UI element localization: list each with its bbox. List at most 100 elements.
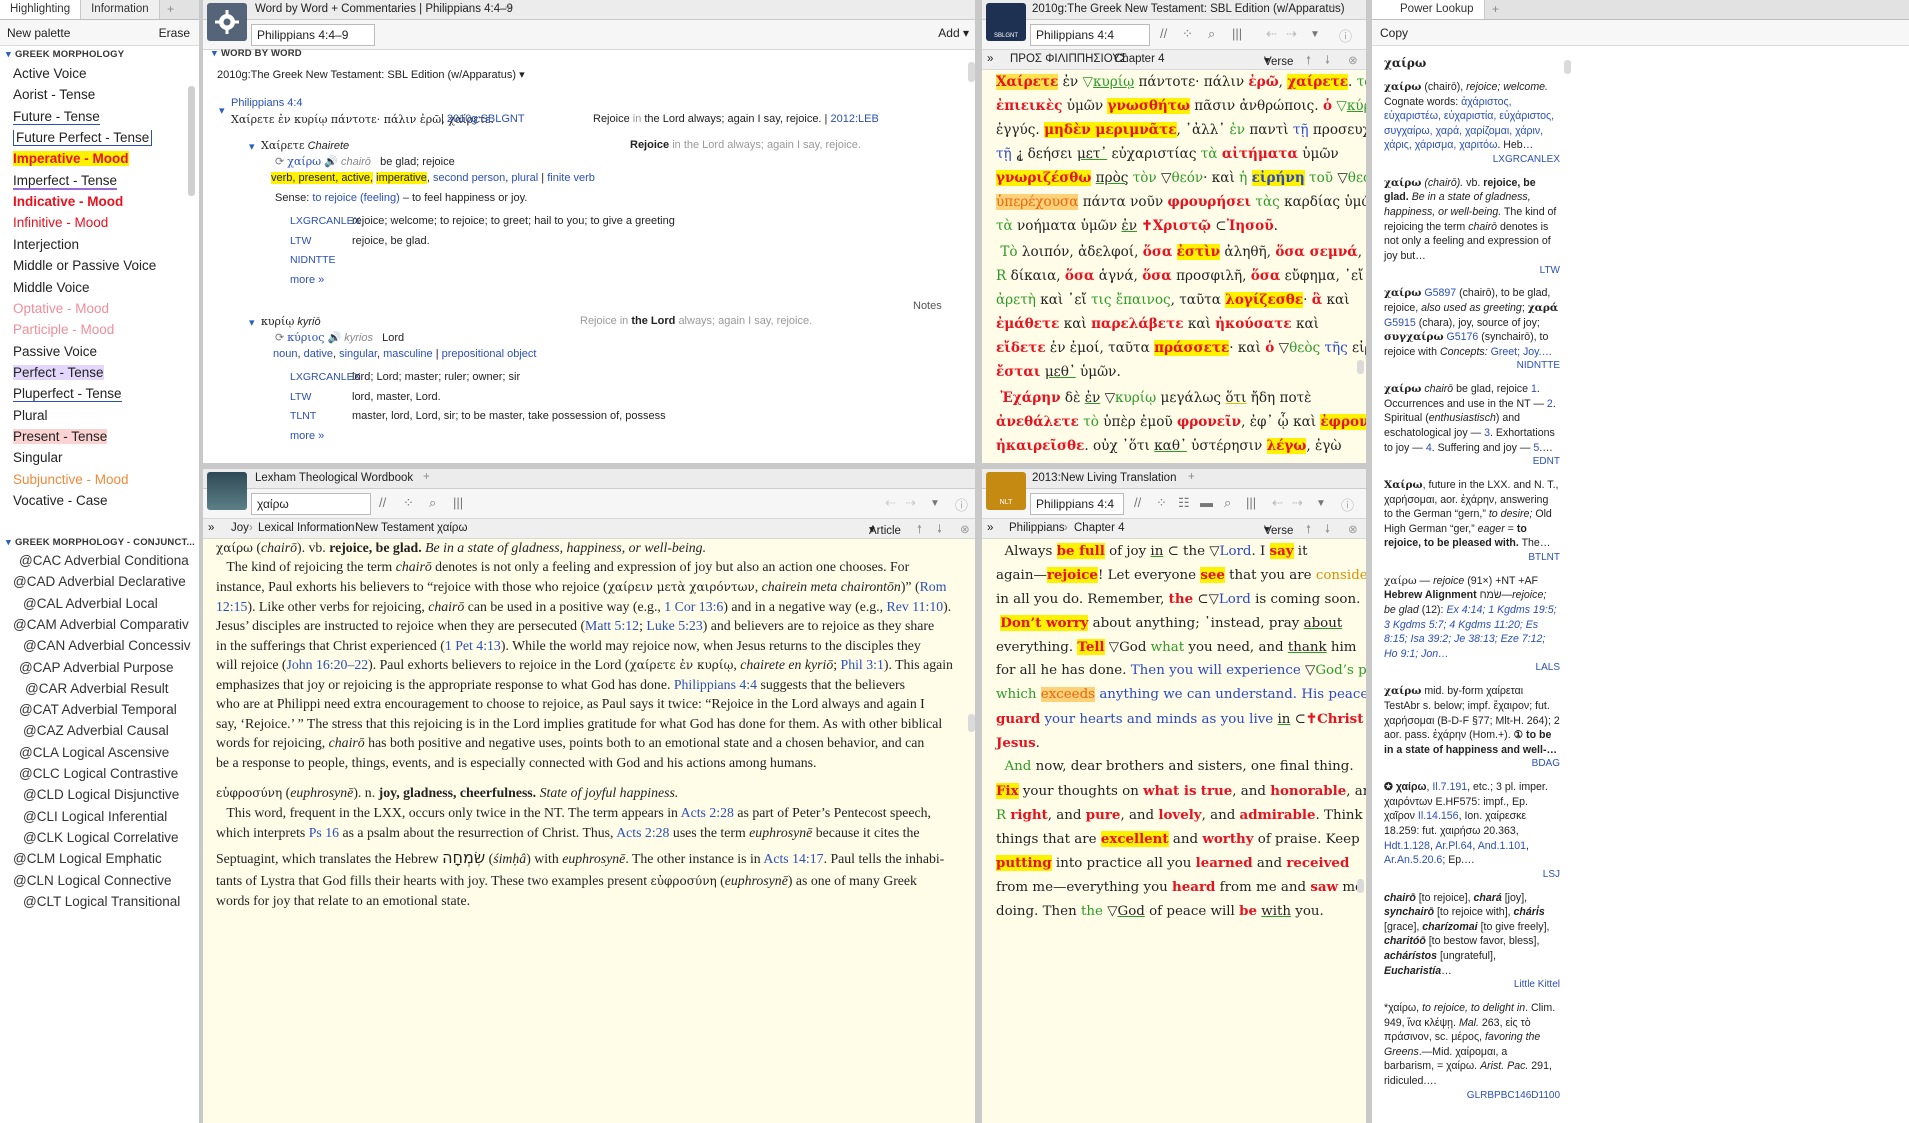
palette-item[interactable]: @CLN Logical Connective (0, 873, 199, 894)
palette-item[interactable]: Optative - Mood (0, 301, 199, 322)
close-icon[interactable]: ⊗ (1348, 53, 1358, 67)
sbl-reference-input[interactable]: Philippians 4:4 (1030, 24, 1150, 46)
columns-icon[interactable]: ||| (453, 495, 463, 510)
sbl-scrollbar[interactable] (1357, 360, 1364, 374)
breadcrumb-item[interactable]: Joy (231, 522, 249, 534)
search-icon[interactable]: ⌕ (1208, 26, 1215, 42)
palette-item[interactable]: @CLM Logical Emphatic (0, 851, 199, 872)
wbw-tab-title[interactable]: Word by Word + Commentaries | Philippian… (255, 3, 513, 15)
chevron-down-icon[interactable]: ▼ (1310, 29, 1320, 40)
palette-item[interactable]: Vocative - Case (0, 493, 199, 514)
palette-item[interactable]: @CAD Adverbial Declarative (0, 574, 199, 595)
add-button[interactable]: Add ▾ (938, 26, 969, 40)
palette-item[interactable]: Middle or Passive Voice (0, 258, 199, 279)
collapse-triangle-icon[interactable]: ▾ (219, 104, 225, 117)
ltw-book-icon[interactable] (207, 472, 247, 510)
ltw-search-input[interactable]: χαίρω (251, 493, 371, 515)
palette-item[interactable]: @CAR Adverbial Result (0, 681, 199, 702)
breadcrumb-item[interactable]: χαίρω (437, 522, 467, 534)
info-icon[interactable]: ⓘ (1341, 495, 1354, 514)
palette-item[interactable]: @CAT Adverbial Temporal (0, 702, 199, 723)
breadcrumb-book[interactable]: ΠΡΟΣ ΦΙΛΙΠΠΗΣΙΟΥΣ (1010, 53, 1127, 65)
palette-item[interactable]: @CLA Logical Ascensive (0, 745, 199, 766)
erase-button[interactable]: Erase (159, 26, 190, 40)
more-link[interactable]: more » (290, 430, 324, 442)
down-arrow-icon[interactable]: 🠗 (1325, 53, 1330, 72)
parallel-icon[interactable]: // (379, 495, 386, 510)
palette-item[interactable]: Aorist - Tense (0, 87, 199, 108)
search-icon[interactable]: ⌕ (1224, 495, 1231, 511)
palette-item[interactable]: @CLC Logical Contrastive (0, 766, 199, 787)
add-tab-icon[interactable]: + (505, 2, 512, 14)
forward-icon[interactable]: ⇢ (905, 495, 916, 511)
more-link[interactable]: more » (290, 274, 324, 286)
source-selector[interactable]: 2010g:The Greek New Testament: SBL Editi… (217, 68, 525, 81)
breadcrumb-chapter[interactable]: Chapter 4 (1074, 522, 1125, 534)
palette-item[interactable]: @CAZ Adverbial Causal (0, 723, 199, 744)
wbw-scrollbar[interactable] (968, 62, 975, 82)
chevron-down-icon[interactable]: ▼ (930, 498, 940, 509)
nlt-scrollbar[interactable] (1357, 879, 1364, 893)
outline-icon[interactable]: ☷ (1178, 495, 1190, 511)
add-tab-icon[interactable]: + (1188, 471, 1195, 483)
lexicon-source[interactable]: TLNT (290, 410, 316, 422)
parallel-icon[interactable]: // (1134, 495, 1141, 510)
lexicon-source[interactable]: LXGRCANLEX (290, 371, 361, 383)
back-icon[interactable]: ⇠ (1272, 495, 1283, 511)
palette-item[interactable]: Imperfect - Tense (0, 172, 199, 194)
palette-item[interactable]: @CAC Adverbial Conditiona (0, 553, 199, 574)
section-greek-morphology[interactable]: ▾ GREEK MORPHOLOGY (0, 49, 199, 67)
nlt-reference-input[interactable]: Philippians 4:4 (1030, 493, 1124, 515)
chevron-down-icon[interactable]: ▼ (1316, 498, 1326, 509)
breadcrumb-book[interactable]: Philippians (1009, 522, 1065, 534)
verse-reference-link[interactable]: Philippians 4:4 (231, 97, 303, 109)
notes-label[interactable]: Notes (913, 300, 942, 312)
back-icon[interactable]: ⇠ (885, 495, 896, 511)
wbw-reference-input[interactable]: Philippians 4:4–9 (251, 24, 375, 46)
refresh-icon[interactable]: ⟳ (275, 332, 284, 344)
layout-icon[interactable]: ▬ (1200, 495, 1213, 510)
back-icon[interactable]: ⇠ (1266, 26, 1277, 42)
palette-item[interactable]: Present - Tense (0, 428, 199, 450)
palette-item[interactable]: Infinitive - Mood (0, 215, 199, 236)
palette-item[interactable]: @CAL Adverbial Local (0, 596, 199, 617)
palette-item[interactable]: Middle Voice (0, 280, 199, 301)
highlighting-scrollbar[interactable] (188, 86, 195, 196)
palette-item[interactable]: @CAP Adverbial Purpose (0, 660, 199, 681)
gear-icon[interactable] (207, 3, 247, 41)
audio-icon[interactable]: 🔊 (324, 156, 338, 168)
close-icon[interactable]: ⊗ (960, 522, 970, 536)
lexicon-source[interactable]: NIDNTTE (290, 254, 336, 266)
breadcrumb-arrow-icon[interactable]: » (987, 522, 993, 534)
up-arrow-icon[interactable]: 🠕 (1306, 53, 1311, 72)
up-arrow-icon[interactable]: 🠕 (917, 522, 922, 541)
up-arrow-icon[interactable]: 🠕 (1306, 522, 1311, 541)
palette-item[interactable]: Imperative - Mood (0, 151, 199, 172)
collapse-triangle-icon[interactable]: ▾ (249, 316, 255, 329)
forward-icon[interactable]: ⇢ (1292, 495, 1303, 511)
article-dropdown[interactable]: Article ▾ (869, 522, 901, 537)
verse-greek-source[interactable]: | 2010g:SBLGNT (441, 113, 525, 125)
verse-dropdown[interactable]: Verse ▾ (1264, 53, 1293, 68)
verse-dropdown[interactable]: Verse ▾ (1264, 522, 1293, 537)
palette-item[interactable]: @CLD Logical Disjunctive (0, 787, 199, 808)
search-icon[interactable]: ⌕ (429, 495, 436, 511)
palette-item[interactable]: @CLT Logical Transitional (0, 894, 199, 915)
tab-power-lookup[interactable]: Power Lookup (1372, 0, 1485, 19)
palette-item[interactable]: Plural (0, 408, 199, 429)
visual-filter-icon[interactable]: ⁘ (1182, 26, 1193, 42)
down-arrow-icon[interactable]: 🠗 (937, 522, 942, 541)
palette-item[interactable]: Subjunctive - Mood (0, 472, 199, 493)
tab-information[interactable]: Information (81, 0, 160, 19)
lexicon-source[interactable]: LTW (290, 235, 311, 247)
sblgnt-book-icon[interactable]: SBLGNT (986, 3, 1026, 41)
info-icon[interactable]: ⓘ (955, 495, 968, 514)
down-arrow-icon[interactable]: 🠗 (1325, 522, 1330, 541)
parallel-icon[interactable]: // (1160, 26, 1167, 41)
info-icon[interactable]: ⓘ (1339, 26, 1352, 45)
collapse-triangle-icon[interactable]: ▾ (249, 140, 255, 153)
audio-icon[interactable]: 🔊 (327, 332, 341, 344)
add-tab-icon[interactable]: + (1330, 2, 1337, 14)
palette-item[interactable]: Interjection (0, 237, 199, 258)
refresh-icon[interactable]: ⟳ (275, 156, 284, 168)
